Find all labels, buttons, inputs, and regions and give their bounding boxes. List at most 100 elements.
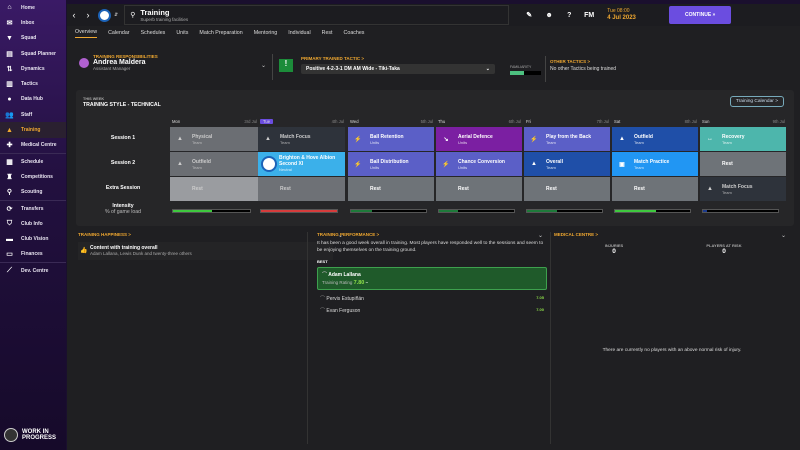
sidebar-item-squad-planner[interactable]: ▤ Squad Planner bbox=[0, 46, 66, 61]
tab-mentoring[interactable]: Mentoring bbox=[254, 30, 278, 36]
sidebar-item-label: Schedule bbox=[21, 158, 44, 165]
session-text: Chance Conversion Units bbox=[458, 159, 505, 170]
intensity-subtitle: % of game load bbox=[104, 209, 142, 215]
sidebar-item-label: Squad bbox=[21, 35, 37, 42]
session-type-icon: ▲ bbox=[177, 136, 183, 142]
session-text: Match Focus Team bbox=[280, 134, 311, 145]
sidebar-item-data-hub[interactable]: ● Data Hub bbox=[0, 92, 66, 107]
training-responsibilities[interactable]: TRAINING RESPONSIBILITIES Andrea Maldera… bbox=[79, 54, 158, 71]
sidebar-item-schedule[interactable]: ▦ Schedule bbox=[0, 154, 66, 169]
session-cell[interactable]: ⚡ Ball Retention Units bbox=[348, 127, 434, 151]
session-cell[interactable]: ▲ Match Focus Team bbox=[700, 177, 786, 201]
training-calendar-button[interactable]: Training Calendar > bbox=[729, 96, 784, 107]
player-row[interactable]: ⌒ Evan Ferguson 7.00 bbox=[317, 307, 547, 314]
skull-icon[interactable]: ☻ bbox=[539, 12, 559, 19]
session-cell[interactable]: ▲ Physical Team bbox=[170, 127, 258, 151]
sidebar-item-label: Data Hub bbox=[21, 96, 43, 103]
tactic-select[interactable]: Positive 4-2-3-1 DM AM Wide - Tiki-Taka ⌄ bbox=[301, 64, 495, 74]
sidebar-item-tactics[interactable]: ▥ Tactics bbox=[0, 76, 66, 91]
session-text: Match Focus Team bbox=[722, 184, 753, 195]
chevron-down-icon[interactable]: ⌄ bbox=[261, 62, 266, 69]
chevron-down-icon[interactable]: ⌄ bbox=[538, 232, 543, 239]
best-player-card[interactable]: ⌒ Adam Lallana Training Rating 7.80 – bbox=[317, 267, 547, 290]
club-switch-icon[interactable]: ⇵ bbox=[114, 12, 118, 18]
session-cell[interactable]: Rest bbox=[700, 152, 786, 176]
sidebar-item-club-vision[interactable]: ▬ Club Vision bbox=[0, 231, 66, 246]
help-icon[interactable]: ? bbox=[559, 12, 579, 19]
chevron-down-icon[interactable]: ⌄ bbox=[781, 232, 786, 239]
session-cell[interactable]: Brighton & Hove Albion Second XI Neutral bbox=[258, 152, 345, 176]
day-date: 5th Jul bbox=[420, 118, 433, 124]
session-cell[interactable]: ▲ Overall Team bbox=[524, 152, 610, 176]
tab-overview[interactable]: Overview bbox=[75, 29, 98, 38]
session-cell[interactable]: ⚡ Play from the Back Team bbox=[524, 127, 610, 151]
sidebar-item-scouting[interactable]: ⚲ Scouting bbox=[0, 185, 66, 200]
player-row[interactable]: ⌒ Pervis Estupiñán 7.05 bbox=[317, 295, 547, 302]
sidebar-item-club-info[interactable]: ⛉ Club Info bbox=[0, 216, 66, 231]
day-header-tue: Tue 4th Jul bbox=[260, 117, 344, 125]
data-hub-icon: ● bbox=[7, 95, 12, 103]
session-cell[interactable]: Rest bbox=[436, 177, 522, 201]
sidebar-item-inbox[interactable]: ✉ Inbox bbox=[0, 15, 66, 30]
fm-menu[interactable]: FM bbox=[579, 12, 599, 19]
tab-coaches[interactable]: Coaches bbox=[344, 30, 365, 36]
shirt-icon: ▼ bbox=[6, 34, 13, 42]
session-cell[interactable]: Rest bbox=[524, 177, 610, 201]
session-cell[interactable]: ▲ Outfield Team bbox=[612, 127, 698, 151]
session-cell[interactable]: ▣ Match Practice Team bbox=[612, 152, 698, 176]
day-name: Sun bbox=[702, 118, 710, 124]
session-cell[interactable]: ↔ Recovery Team bbox=[700, 127, 786, 151]
session-cell[interactable]: ⚡ Ball Distribution Units bbox=[348, 152, 434, 176]
transfers-icon: ⟳ bbox=[6, 205, 13, 213]
sidebar-item-home[interactable]: ⌂ Home bbox=[0, 0, 66, 15]
training-performance-link[interactable]: TRAINING PERFORMANCE > bbox=[317, 232, 547, 237]
session-cell[interactable]: ↘ Aerial Defence Units bbox=[436, 127, 522, 151]
tab-match-preparation[interactable]: Match Preparation bbox=[199, 30, 242, 36]
medical-centre-link[interactable]: MEDICAL CENTRE > bbox=[554, 232, 790, 237]
tab-calendar[interactable]: Calendar bbox=[108, 30, 130, 36]
sidebar-item-training[interactable]: ▲ Training bbox=[0, 122, 66, 138]
tab-schedules[interactable]: Schedules bbox=[141, 30, 166, 36]
session-cell[interactable]: ▲ Match Focus Team bbox=[258, 127, 345, 151]
sidebar-item-dynamics[interactable]: ⇅ Dynamics bbox=[0, 61, 66, 76]
session-cell[interactable]: ⚡ Chance Conversion Units bbox=[436, 152, 522, 176]
club-crest-icon[interactable] bbox=[98, 8, 111, 22]
sidebar-item-finances[interactable]: ▭ Finances bbox=[0, 247, 66, 262]
sidebar-item-squad[interactable]: ▼ Squad bbox=[0, 31, 66, 46]
session-text: Ball Retention Units bbox=[370, 134, 404, 145]
sidebar-item-competitions[interactable]: ♜ Competitions bbox=[0, 169, 66, 184]
session-cell[interactable]: ▲ Outfield Team bbox=[170, 152, 258, 176]
sidebar-item-label: Medical Centre bbox=[21, 142, 57, 149]
money-icon: ▭ bbox=[6, 251, 13, 259]
primary-tactic-link[interactable]: PRIMARY TRAINED TACTIC > bbox=[301, 56, 364, 61]
session-unit: Team bbox=[634, 164, 644, 170]
session-cell[interactable]: Rest bbox=[612, 177, 698, 201]
session-unit: Team bbox=[546, 139, 556, 145]
search-bar[interactable]: ⚲ Training Superb training facilities bbox=[124, 5, 510, 25]
tab-rest[interactable]: Rest bbox=[322, 30, 333, 36]
sidebar-item-medical-centre[interactable]: ✚ Medical Centre bbox=[0, 138, 66, 153]
session-unit: Team bbox=[192, 164, 202, 170]
continue-button[interactable]: CONTINUE » bbox=[669, 6, 732, 24]
sidebar-item-dev-centre[interactable]: ⟋ Dev. Centre bbox=[0, 263, 66, 278]
training-happiness-link[interactable]: TRAINING HAPPINESS > bbox=[78, 232, 338, 237]
player-name-wrap: ⌒ Evan Ferguson bbox=[320, 307, 360, 314]
day-header-sat: Sat 8th Jul bbox=[614, 117, 697, 125]
forward-button[interactable]: › bbox=[81, 10, 95, 20]
other-tactics-link[interactable]: OTHER TACTICS > bbox=[550, 59, 616, 64]
tactic-warning-icon: ! bbox=[279, 59, 293, 72]
session-cell[interactable]: Rest bbox=[258, 177, 345, 201]
edit-icon[interactable]: ✎ bbox=[519, 11, 539, 19]
session-cell[interactable]: Rest bbox=[348, 177, 434, 201]
sidebar-item-transfers[interactable]: ⟳ Transfers bbox=[0, 201, 66, 216]
tab-units[interactable]: Units bbox=[176, 30, 188, 36]
tab-individual[interactable]: Individual bbox=[288, 30, 310, 36]
sidebar-item-label: Club Info bbox=[21, 220, 43, 227]
sidebar-item-staff[interactable]: 👥 Staff bbox=[0, 107, 66, 122]
back-button[interactable]: ‹ bbox=[67, 10, 81, 20]
intensity-bar bbox=[438, 209, 515, 213]
game-date[interactable]: Tue 08:00 4 Jul 2023 bbox=[607, 8, 657, 22]
session-text: Brighton & Hove Albion Second XI Neutral bbox=[279, 155, 345, 173]
session-cell[interactable]: Rest bbox=[170, 177, 258, 201]
day-name: Tue bbox=[260, 118, 274, 124]
